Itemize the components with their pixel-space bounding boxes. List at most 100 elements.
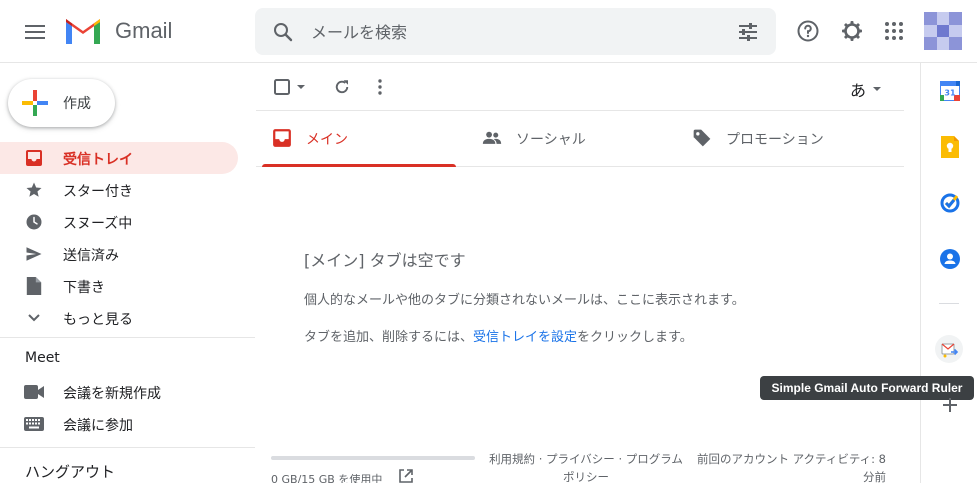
contacts-app-button[interactable] [938,247,962,271]
legal-line-2[interactable]: ポリシー [476,468,696,483]
hangouts-section-title: ハングアウト [25,463,116,481]
empty-state-hint: タブを追加、削除するには、受信トレイを設定をクリックします。 [304,326,745,345]
sidebar-item-label: 受信トレイ [63,152,133,168]
active-tab-indicator [262,164,456,167]
compose-label: 作成 [63,96,91,112]
meet-new-meeting[interactable]: 会議を新規作成 [0,376,238,408]
people-icon [482,131,502,144]
refresh-button[interactable] [330,75,354,99]
hamburger-menu-icon [25,25,45,39]
input-tools-label: あ [849,81,866,100]
storage-usage-text: 0 GB/15 GB を使用中 [271,473,383,483]
inbox-icon [273,129,291,147]
empty-state-title: [メイン] タブは空です [304,251,466,270]
keep-app-button[interactable] [938,135,962,159]
refresh-icon [335,80,349,94]
calendar-day: 31 [944,89,956,98]
checkbox-icon [274,79,290,95]
inbox-icon [26,150,42,166]
sidebar-item-label: スヌーズ中 [63,216,133,232]
side-panel-divider [939,303,959,304]
contacts-icon [940,249,960,269]
meet-list: 会議を新規作成 会議に参加 [0,376,240,440]
meet-item-label: 会議を新規作成 [63,386,161,402]
last-account-activity[interactable]: 前回のアカウント アクティビティ: 8 分前 [676,450,886,483]
plus-icon [22,90,48,116]
help-icon [797,20,819,42]
gmail-logo-icon[interactable] [64,16,102,46]
sidebar-item-label: もっと見る [63,312,133,328]
clock-icon [26,214,42,230]
account-avatar[interactable] [924,12,962,50]
tasks-icon [940,193,960,213]
sidebar-item-starred[interactable]: スター付き [0,174,238,206]
star-icon [26,182,42,197]
side-panel: 31 [920,63,977,483]
compose-button[interactable]: 作成 [8,79,115,127]
inbox-settings-link[interactable]: 受信トレイを設定 [473,330,577,345]
calendar-app-button[interactable]: 31 [938,79,962,103]
google-apps-button[interactable] [879,16,909,46]
videocam-icon [24,385,44,399]
gmail-brand-name: Gmail [115,18,173,43]
sidebar-divider [0,447,255,448]
empty-hint-prefix: タブを追加、削除するには、 [304,330,474,345]
extension-icon [941,343,959,358]
sidebar-item-inbox[interactable]: 受信トレイ [0,142,238,174]
more-options-button[interactable] [368,75,392,99]
sidebar-item-label: スター付き [63,184,133,200]
empty-hint-suffix: をクリックします。 [577,330,693,345]
tab-label: ソーシャル [516,132,586,148]
sidebar-nav: 受信トレイ スター付き スヌーズ中 送信済み 下書き もっと見る [0,142,240,334]
caret-down-icon [873,87,881,91]
get-addons-button[interactable] [938,393,962,417]
sidebar-item-more[interactable]: もっと見る [0,302,238,334]
open-in-new-icon[interactable] [399,469,413,483]
sidebar-item-drafts[interactable]: 下書き [0,270,238,302]
legal-links[interactable]: 利用規約 · プライバシー · プログラム ポリシー [476,450,696,483]
main-menu-button[interactable] [16,13,54,51]
tab-label: メイン [306,132,348,148]
select-all-checkbox[interactable] [272,75,308,99]
extension-app-button[interactable] [935,335,963,363]
input-tools-button[interactable]: あ [850,77,882,101]
apps-grid-icon [885,22,903,40]
search-box [255,8,776,55]
storage-usage-bar [271,456,475,460]
activity-line-1: 前回のアカウント アクティビティ: 8 [696,452,886,466]
activity-line-2: 分前 [863,470,886,483]
send-icon [26,247,42,261]
tab-promotions[interactable]: プロモーション [676,111,876,166]
keyboard-icon [24,417,44,431]
sidebar-item-label: 送信済み [63,248,119,264]
plus-icon [943,398,957,412]
keep-icon [941,136,959,158]
chevron-down-icon [28,314,40,322]
sidebar-item-label: 下書き [63,280,105,296]
footer: 0 GB/15 GB を使用中 利用規約 · プライバシー · プログラム ポリ… [256,448,904,483]
empty-state: [メイン] タブは空です 個人的なメールや他のタブに分類されないメールは、ここに… [304,247,745,345]
settings-button[interactable] [837,16,867,46]
sidebar-divider [0,337,255,338]
meet-item-label: 会議に参加 [63,418,133,434]
search-options-icon[interactable] [736,20,760,44]
search-input[interactable] [311,20,711,44]
tab-social[interactable]: ソーシャル [466,111,666,166]
caret-down-icon [297,85,305,89]
meet-join-meeting[interactable]: 会議に参加 [0,408,238,440]
calendar-icon: 31 [940,81,960,101]
tab-label: プロモーション [726,132,824,148]
sidebar-item-sent[interactable]: 送信済み [0,238,238,270]
draft-icon [26,277,42,295]
empty-state-description: 個人的なメールや他のタブに分類されないメールは、ここに表示されます。 [304,293,745,308]
mail-toolbar: あ [256,63,904,111]
help-button[interactable] [793,16,823,46]
top-bar: Gmail [0,0,977,63]
category-tabs: メイン ソーシャル プロモーション [256,111,904,167]
tag-icon [693,129,711,147]
legal-line-1[interactable]: 利用規約 · プライバシー · プログラム [476,450,696,468]
tab-primary[interactable]: メイン [256,111,456,167]
tasks-app-button[interactable] [938,191,962,215]
sidebar-item-snoozed[interactable]: スヌーズ中 [0,206,238,238]
search-icon[interactable] [271,20,295,44]
